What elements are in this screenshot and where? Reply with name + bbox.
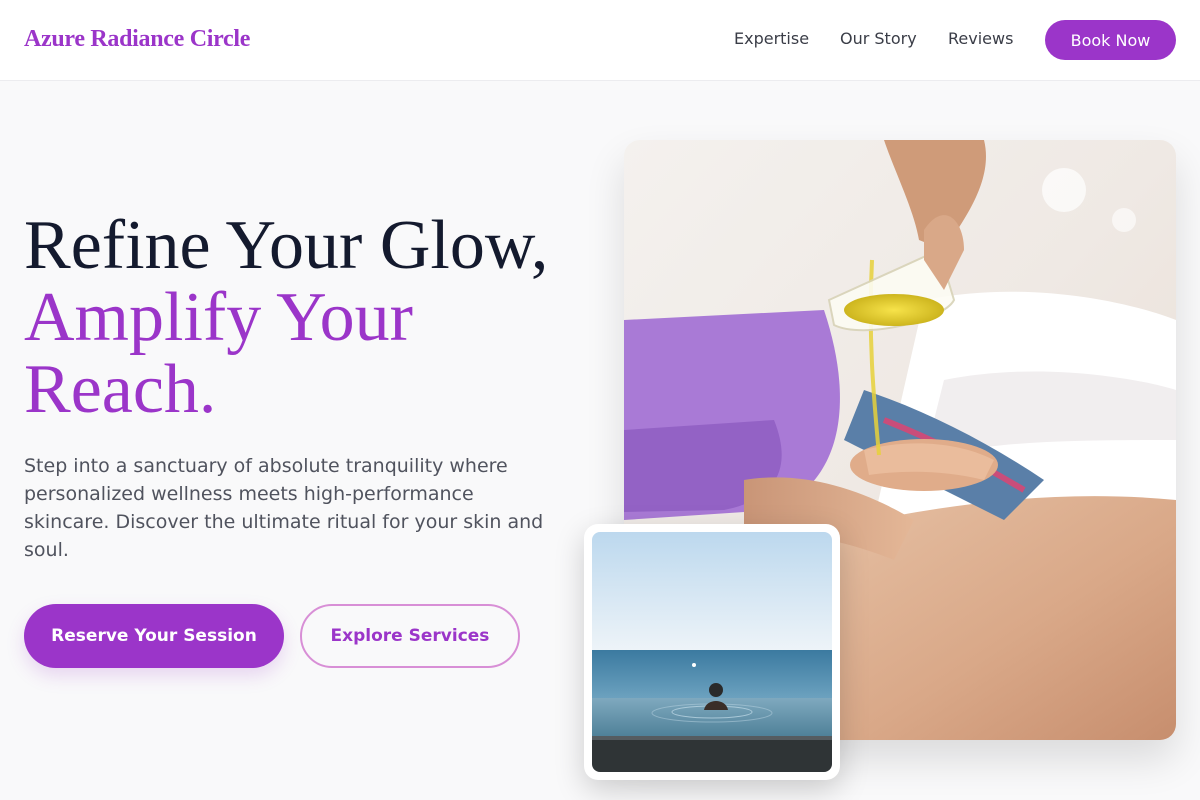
reserve-session-button[interactable]: Reserve Your Session [24, 604, 284, 668]
book-now-button[interactable]: Book Now [1045, 20, 1176, 60]
pool-photo-card [584, 524, 840, 780]
nav-link-expertise[interactable]: Expertise [734, 29, 809, 48]
nav-link-our-story[interactable]: Our Story [840, 29, 917, 48]
explore-services-button[interactable]: Explore Services [300, 604, 520, 668]
site-header: Azure Radiance Circle Expertise Our Stor… [0, 0, 1200, 81]
brand-logo[interactable]: Azure Radiance Circle [24, 26, 250, 53]
hero-title-line-1: Refine Your Glow, [24, 207, 549, 284]
hero-title-line-2: Amplify Your Reach. [24, 279, 413, 428]
hero-description: Step into a sanctuary of absolute tranqu… [24, 455, 544, 561]
hero-title: Refine Your Glow, Amplify Your Reach. [24, 210, 594, 426]
infinity-pool-photo [592, 532, 832, 772]
nav-link-reviews[interactable]: Reviews [948, 29, 1013, 48]
